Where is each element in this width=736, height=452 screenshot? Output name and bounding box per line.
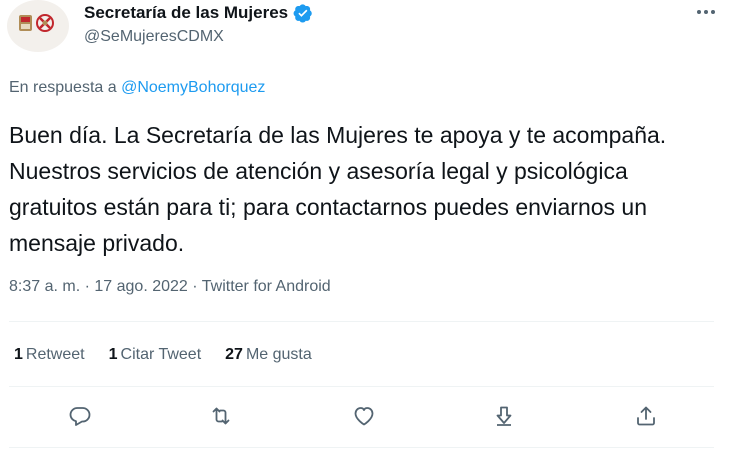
retweet-button[interactable] — [201, 396, 241, 436]
action-bar — [0, 396, 736, 436]
share-icon — [496, 406, 512, 426]
meta-separator: · — [84, 278, 90, 295]
share-button[interactable] — [484, 396, 524, 436]
like-button[interactable] — [344, 396, 384, 436]
upload-icon — [637, 406, 655, 426]
tweet-time[interactable]: 8:37 a. m. — [9, 278, 80, 295]
tweet-text: Buen día. La Secretaría de las Mujeres t… — [9, 122, 667, 256]
verified-badge-icon — [293, 3, 313, 23]
retweets-label: Retweet — [25, 346, 85, 363]
cdmx-logo-icon — [19, 14, 54, 32]
tweet-source[interactable]: Twitter for Android — [202, 278, 331, 295]
handle[interactable]: @SeMujeresCDMX — [84, 28, 224, 46]
retweets-count: 1 — [14, 346, 23, 363]
upload-button[interactable] — [626, 396, 666, 436]
retweets-stat[interactable]: 1 Retweet — [14, 346, 85, 364]
quotes-count: 1 — [108, 346, 118, 363]
reply-button[interactable] — [60, 396, 100, 436]
reply-prefix: En respuesta a — [9, 79, 117, 96]
likes-count: 27 — [225, 346, 243, 363]
quotes-stat[interactable]: 1 Citar Tweet — [109, 346, 202, 364]
quotes-label: Citar Tweet — [120, 346, 202, 363]
display-name[interactable]: Secretaría de las Mujeres — [84, 3, 288, 23]
tweet-meta: 8:37 a. m. · 17 ago. 2022 · Twitter for … — [9, 278, 331, 296]
retweet-icon — [212, 407, 230, 425]
tweet-header: Secretaría de las Mujeres @SeMujeresCDMX — [0, 0, 736, 60]
tweet-stats: 1 Retweet 1 Citar Tweet 27 Me gusta — [14, 346, 336, 364]
tweet-date[interactable]: 17 ago. 2022 — [94, 278, 187, 295]
heart-icon — [354, 407, 374, 426]
more-icon[interactable] — [688, 0, 724, 24]
reply-icon — [69, 407, 91, 426]
meta-separator: · — [192, 278, 198, 295]
name-row: Secretaría de las Mujeres — [84, 3, 313, 23]
avatar[interactable] — [7, 0, 69, 52]
divider — [9, 321, 714, 322]
divider — [9, 447, 714, 448]
likes-stat[interactable]: 27 Me gusta — [225, 346, 312, 364]
reply-context: En respuesta a @NoemyBohorquez — [9, 79, 265, 97]
divider — [9, 386, 714, 387]
reply-mention-link[interactable]: @NoemyBohorquez — [121, 79, 265, 96]
likes-label: Me gusta — [245, 346, 312, 363]
